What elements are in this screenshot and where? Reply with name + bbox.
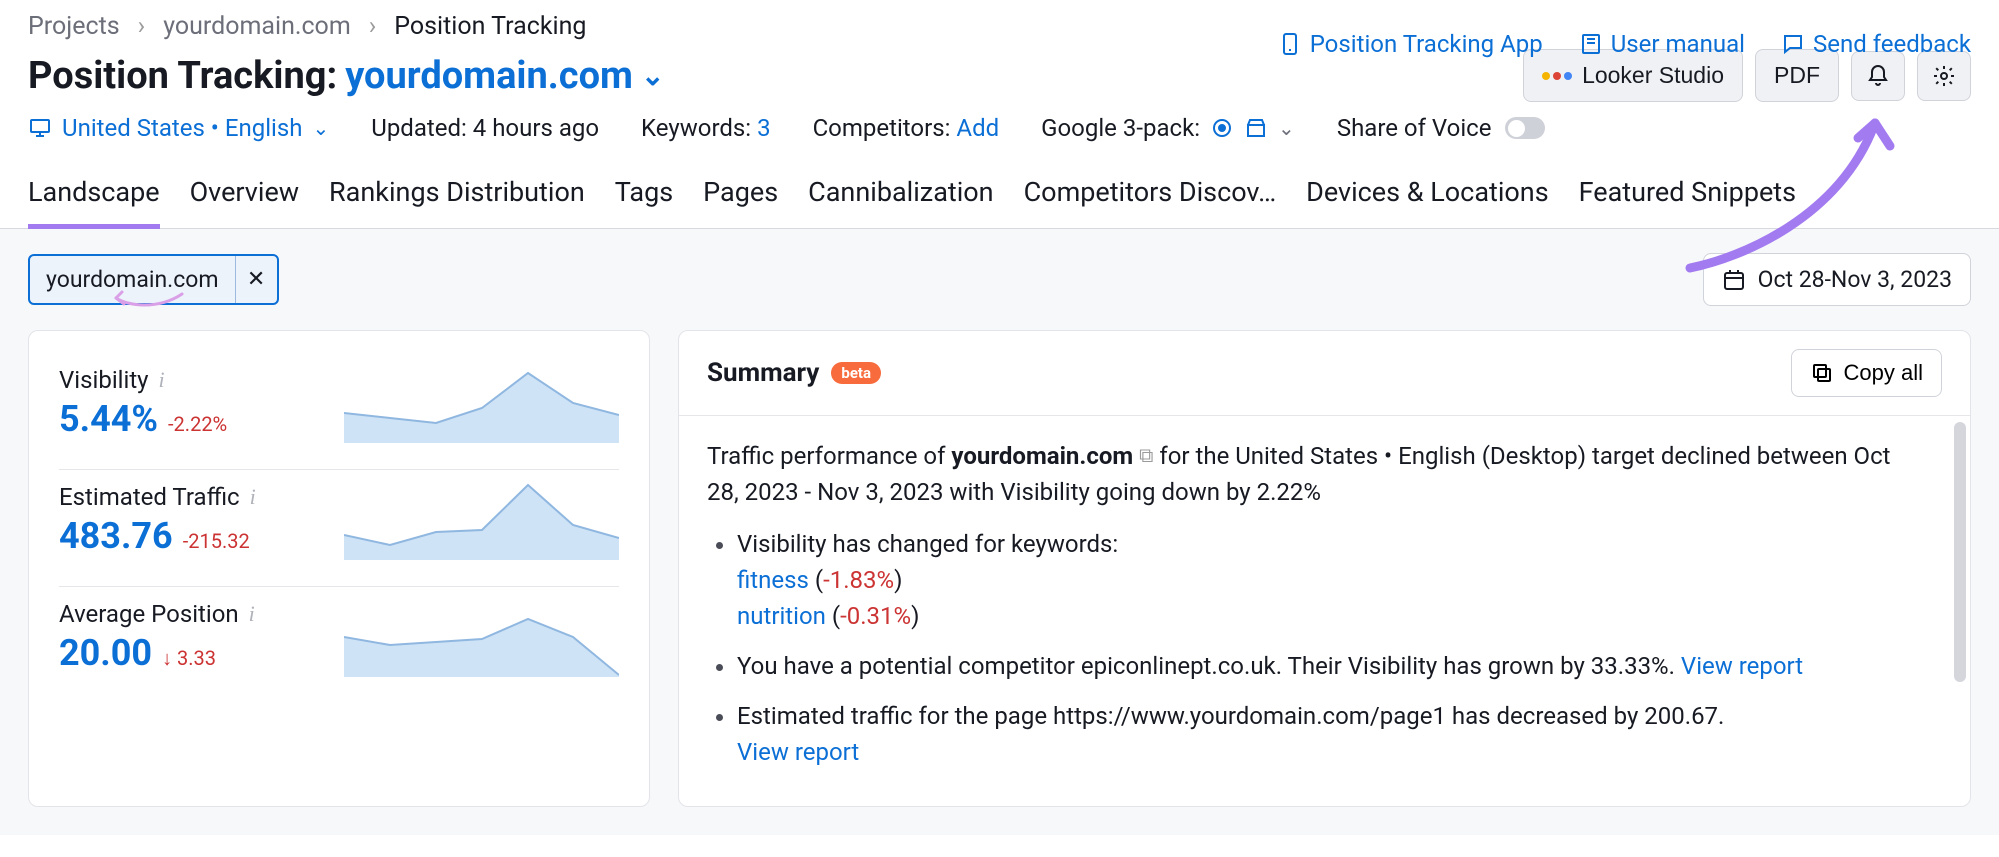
summary-item: Estimated traffic for the page https://w… (737, 698, 1942, 770)
target-icon[interactable] (1210, 116, 1234, 140)
sparkline-chart (344, 480, 619, 560)
breadcrumb-item[interactable]: Projects (28, 12, 120, 41)
tab-landscape[interactable]: Landscape (28, 170, 160, 229)
chevron-down-icon[interactable]: ⌄ (1278, 116, 1295, 140)
beta-badge: beta (831, 362, 881, 384)
page-title: Position Tracking: yourdomain.com ⌄ (28, 54, 664, 98)
calendar-icon (1722, 268, 1746, 292)
sov-toggle[interactable] (1505, 117, 1545, 139)
share-of-voice: Share of Voice (1337, 114, 1546, 142)
info-icon[interactable]: i (250, 484, 256, 510)
sparkline-chart (344, 597, 619, 677)
breadcrumb-item: Position Tracking (394, 12, 586, 41)
external-link-icon[interactable]: ⧉ (1139, 440, 1153, 470)
summary-item: Visibility has changed for keywords: fit… (737, 526, 1942, 634)
tab-pages[interactable]: Pages (703, 170, 778, 228)
updated-label: Updated: 4 hours ago (371, 114, 599, 142)
keyword-link[interactable]: fitness (737, 566, 809, 594)
summary-title: Summary (707, 358, 819, 388)
looker-icon (1542, 72, 1572, 80)
competitors-stat: Competitors: Add (813, 114, 1000, 142)
tab-bar: Landscape Overview Rankings Distribution… (0, 158, 1999, 229)
breadcrumb-item[interactable]: yourdomain.com (163, 12, 351, 41)
remove-filter-button[interactable]: ✕ (235, 256, 277, 303)
tab-competitors-discovery[interactable]: Competitors Discov… (1024, 170, 1277, 228)
metric-value[interactable]: 5.44% -2.22% (59, 398, 326, 440)
domain-dropdown[interactable]: yourdomain.com (345, 54, 633, 98)
tab-tags[interactable]: Tags (615, 170, 673, 228)
metric-delta: ↓ 3.33 (162, 646, 216, 671)
book-icon (1579, 32, 1603, 56)
chevron-right-icon: › (369, 12, 377, 41)
metric-estimated-traffic: Estimated Traffic i 483.76 -215.32 (59, 470, 619, 587)
send-feedback-link[interactable]: Send feedback (1781, 30, 1971, 58)
copy-all-button[interactable]: Copy all (1791, 349, 1942, 397)
tab-devices-locations[interactable]: Devices & Locations (1306, 170, 1549, 228)
summary-body: Traffic performance of yourdomain.com ⧉ … (679, 416, 1970, 806)
view-report-link[interactable]: View report (737, 738, 859, 766)
desktop-icon (28, 116, 52, 140)
chevron-right-icon: › (138, 12, 146, 41)
metric-average-position: Average Position i 20.00 ↓ 3.33 (59, 587, 619, 703)
info-icon[interactable]: i (249, 601, 255, 627)
view-report-link[interactable]: View report (1681, 652, 1803, 680)
metric-delta: -2.22% (168, 412, 227, 436)
date-range-selector[interactable]: Oct 28-Nov 3, 2023 (1703, 253, 1971, 306)
tab-featured-snippets[interactable]: Featured Snippets (1579, 170, 1796, 228)
keywords-link[interactable]: 3 (757, 114, 771, 142)
summary-lead: Traffic performance of yourdomain.com ⧉ … (707, 438, 1942, 510)
scrollbar[interactable] (1954, 422, 1966, 682)
position-tracking-app-link[interactable]: Position Tracking App (1278, 30, 1543, 58)
gear-icon (1932, 64, 1956, 88)
sparkline-chart (344, 363, 619, 443)
metric-value[interactable]: 20.00 ↓ 3.33 (59, 632, 326, 674)
copy-icon (1810, 361, 1834, 385)
business-icon[interactable] (1244, 116, 1268, 140)
competitors-add-link[interactable]: Add (956, 114, 999, 142)
google-3pack: Google 3-pack: ⌄ (1041, 114, 1295, 142)
metrics-card: Visibility i 5.44% -2.22% Estimated Traf… (28, 330, 650, 807)
keywords-stat: Keywords: 3 (641, 114, 771, 142)
chat-icon (1781, 32, 1805, 56)
domain-filter-text[interactable]: yourdomain.com (30, 256, 235, 303)
tab-overview[interactable]: Overview (190, 170, 299, 228)
metric-visibility: Visibility i 5.44% -2.22% (59, 353, 619, 470)
chevron-down-icon: ⌄ (313, 116, 330, 140)
location-selector[interactable]: United States • English ⌄ (28, 114, 329, 142)
tab-rankings-distribution[interactable]: Rankings Distribution (329, 170, 585, 228)
summary-item: You have a potential competitor epiconli… (737, 648, 1942, 684)
metric-delta: -215.32 (183, 529, 250, 553)
bell-icon (1866, 64, 1890, 88)
info-icon[interactable]: i (159, 367, 165, 393)
domain-filter-chip: yourdomain.com ✕ (28, 254, 279, 305)
chevron-down-icon[interactable]: ⌄ (641, 59, 664, 92)
tab-cannibalization[interactable]: Cannibalization (808, 170, 993, 228)
summary-card: Summary beta Copy all Traffic performanc… (678, 330, 1971, 807)
mobile-icon (1278, 32, 1302, 56)
user-manual-link[interactable]: User manual (1579, 30, 1745, 58)
keyword-link[interactable]: nutrition (737, 602, 826, 630)
metric-value[interactable]: 483.76 -215.32 (59, 515, 326, 557)
